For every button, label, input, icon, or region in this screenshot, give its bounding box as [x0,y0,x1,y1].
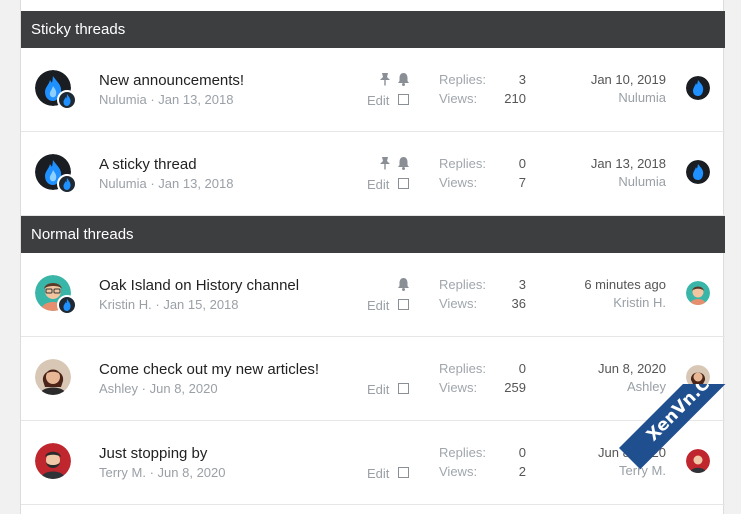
thread-date[interactable]: Jan 15, 2018 [163,297,238,312]
views-count: 36 [511,296,526,311]
thread-author[interactable]: Nulumia [99,92,147,107]
last-post-avatar[interactable] [686,449,710,473]
replies-label: Replies: [439,445,486,460]
last-post-user[interactable]: Terry M. [546,463,666,478]
replies-count: 0 [518,361,526,376]
thread-row[interactable]: Come check out my new articles! Ashley ·… [21,337,725,421]
participant-avatar[interactable] [57,90,77,110]
thread-title[interactable]: Just stopping by [99,445,207,462]
replies-count: 0 [518,445,526,460]
bell-icon [397,277,410,296]
thread-title[interactable]: Come check out my new articles! [99,361,319,378]
last-post-avatar[interactable] [686,365,710,389]
pin-icon [379,156,391,175]
meta-separator: · [141,381,146,396]
thread-status-icons [379,72,413,86]
thread-meta: Nulumia · Jan 13, 2018 [99,176,233,191]
views-label: Views: [439,464,478,479]
thread-date[interactable]: Jun 8, 2020 [150,381,218,396]
section-header-normal: Normal threads [21,216,725,253]
select-checkbox[interactable] [398,94,409,105]
views-label: Views: [439,91,478,106]
replies-count: 3 [518,72,526,87]
views-count: 2 [518,464,526,479]
last-post-user[interactable]: Ashley [546,379,666,394]
last-post-date[interactable]: Jun 8, 2020 [546,361,666,376]
replies-label: Replies: [439,277,486,292]
views-label: Views: [439,175,478,190]
pin-icon [379,72,391,91]
edit-link[interactable]: Edit [367,177,389,192]
participant-avatar[interactable] [57,174,77,194]
thread-title[interactable]: Oak Island on History channel [99,277,299,294]
meta-separator: · [155,297,160,312]
meta-separator: · [149,465,154,480]
bell-icon [397,72,410,91]
replies-count: 3 [518,277,526,292]
last-post-avatar[interactable] [686,76,710,100]
thread-date[interactable]: Jan 13, 2018 [158,176,233,191]
replies-label: Replies: [439,72,486,87]
last-post-date[interactable]: Jan 10, 2019 [546,72,666,87]
views-label: Views: [439,296,478,311]
last-post-date[interactable]: Jan 13, 2018 [546,156,666,171]
thread-author[interactable]: Ashley [99,381,138,396]
select-checkbox[interactable] [398,383,409,394]
thread-row[interactable]: Oak Island on History channel Kristin H.… [21,253,725,337]
last-post-date[interactable]: 6 minutes ago [546,277,666,292]
select-checkbox[interactable] [398,467,409,478]
meta-separator: · [150,176,155,191]
replies-count: 0 [518,156,526,171]
last-post-date[interactable]: Jun 8, 2020 [546,445,666,460]
thread-author[interactable]: Terry M. [99,465,146,480]
views-label: Views: [439,380,478,395]
thread-row[interactable]: New announcements! Nulumia · Jan 13, 201… [21,48,725,132]
thread-title[interactable]: New announcements! [99,72,244,89]
last-post-avatar[interactable] [686,281,710,305]
thread-status-icons [379,277,413,291]
thread-meta: Kristin H. · Jan 15, 2018 [99,297,239,312]
section-header-sticky: Sticky threads [21,11,725,48]
thread-status-icons [379,156,413,170]
last-post-user[interactable]: Nulumia [546,90,666,105]
thread-date[interactable]: Jun 8, 2020 [158,465,226,480]
thread-author[interactable]: Kristin H. [99,297,152,312]
last-post-avatar[interactable] [686,160,710,184]
thread-list: Sticky threads New announcements! Nulumi… [20,0,725,514]
edit-link[interactable]: Edit [367,298,389,313]
avatar[interactable] [35,359,71,395]
views-count: 259 [504,380,526,395]
thread-author[interactable]: Nulumia [99,176,147,191]
thread-row[interactable]: Just stopping by Terry M. · Jun 8, 2020 … [21,421,725,505]
avatar[interactable] [35,443,71,479]
select-checkbox[interactable] [398,299,409,310]
edit-link[interactable]: Edit [367,93,389,108]
last-post-user[interactable]: Kristin H. [546,295,666,310]
thread-meta: Nulumia · Jan 13, 2018 [99,92,233,107]
edit-link[interactable]: Edit [367,466,389,481]
replies-label: Replies: [439,156,486,171]
thread-meta: Terry M. · Jun 8, 2020 [99,465,226,480]
thread-date[interactable]: Jan 13, 2018 [158,92,233,107]
edit-link[interactable]: Edit [367,382,389,397]
bell-icon [397,156,410,175]
views-count: 7 [518,175,526,190]
replies-label: Replies: [439,361,486,376]
meta-separator: · [150,92,155,107]
thread-row[interactable]: A sticky thread Nulumia · Jan 13, 2018 E… [21,132,725,216]
views-count: 210 [504,91,526,106]
last-post-user[interactable]: Nulumia [546,174,666,189]
select-checkbox[interactable] [398,178,409,189]
participant-avatar[interactable] [57,295,77,315]
thread-meta: Ashley · Jun 8, 2020 [99,381,218,396]
thread-title[interactable]: A sticky thread [99,156,197,173]
